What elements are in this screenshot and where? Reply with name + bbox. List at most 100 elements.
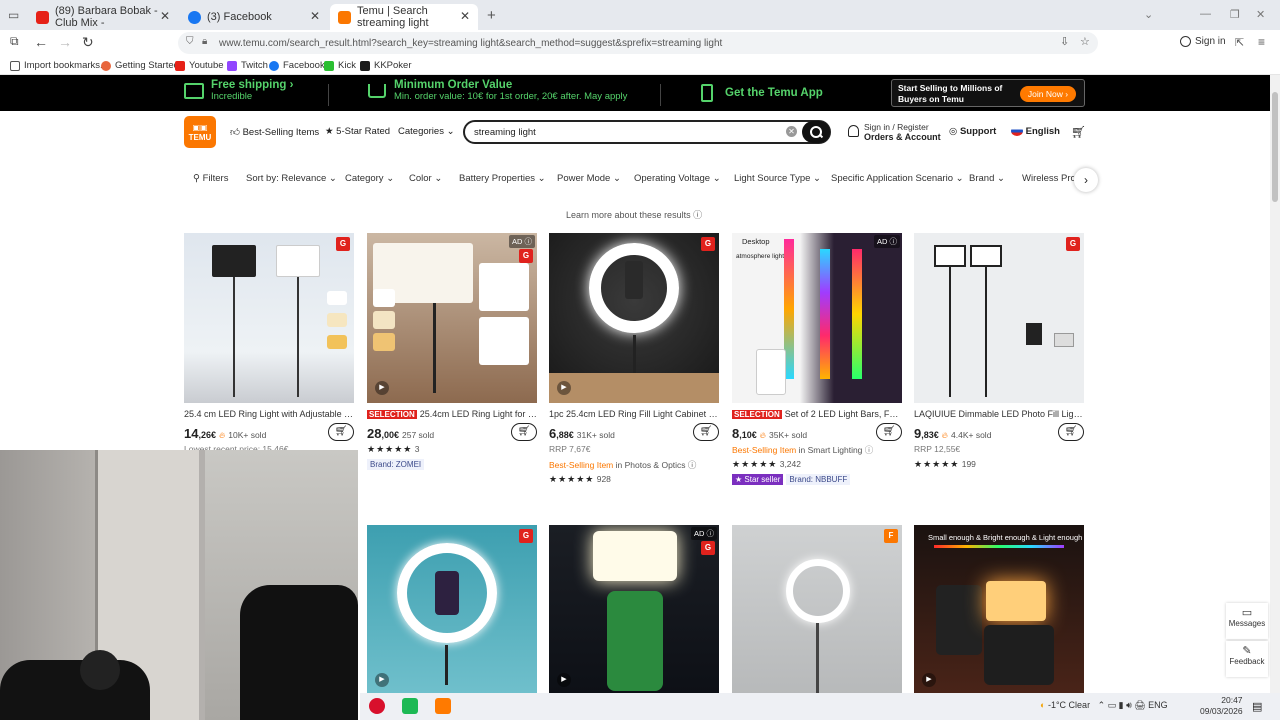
- product-image[interactable]: F: [732, 525, 902, 693]
- learn-more-link[interactable]: Learn more about these results ⓘ: [566, 208, 702, 221]
- ad-badge[interactable]: AD ⓘ: [873, 235, 900, 248]
- filters-button[interactable]: ⚲ Filters: [190, 170, 231, 188]
- join-now-button[interactable]: Join Now ›: [1020, 86, 1076, 102]
- account-link[interactable]: Sign in / Register Orders & Account: [864, 122, 941, 142]
- new-tab-button[interactable]: +: [487, 7, 496, 24]
- messages-button[interactable]: ▭ Messages: [1226, 603, 1268, 639]
- maximize-button[interactable]: ❐: [1230, 8, 1240, 21]
- sort-dropdown[interactable]: Sort by: Relevance ⌄: [243, 170, 340, 188]
- chevron-right-icon[interactable]: ›: [1074, 168, 1098, 192]
- notifications-icon[interactable]: ▤: [1252, 700, 1262, 713]
- filter-category[interactable]: Category ⌄: [342, 170, 397, 188]
- feedback-button[interactable]: ✎ Feedback: [1226, 641, 1268, 677]
- app-icon-orange[interactable]: [435, 698, 451, 714]
- bookmark-getting-started[interactable]: Getting Started: [101, 60, 179, 71]
- menu-icon[interactable]: ≡: [1258, 35, 1265, 49]
- support-link[interactable]: ◎ Support: [949, 126, 996, 137]
- reload-button[interactable]: ↻: [82, 34, 94, 51]
- app-icon-green[interactable]: [402, 698, 418, 714]
- product-image[interactable]: G: [184, 233, 354, 403]
- product-card[interactable]: Small enough & Bright enough & Light eno…: [914, 525, 1084, 693]
- chevron-down-icon[interactable]: ⌄: [1144, 8, 1153, 21]
- five-star-link[interactable]: ★ 5-Star Rated: [325, 126, 390, 137]
- brand-row[interactable]: Brand: ZOMEI: [367, 459, 425, 470]
- rating-row[interactable]: ★★★★★ 3,242: [732, 459, 801, 470]
- clear-search-icon[interactable]: ✕: [786, 126, 797, 137]
- product-image[interactable]: Desktop atmosphere light AD ⓘ: [732, 233, 902, 403]
- close-window-button[interactable]: ✕: [1256, 8, 1265, 21]
- bookmark-youtube[interactable]: Youtube: [175, 60, 224, 71]
- system-tray[interactable]: ◐ -1°C Clear ⌃ ▭ ▮ 🔊︎ 🖨︎ ENG: [1040, 700, 1168, 711]
- product-card[interactable]: AD ⓘ G ▶: [549, 525, 719, 693]
- best-seller-row[interactable]: Best-Selling Item in Photos & Optics ⓘ: [549, 459, 696, 471]
- product-card[interactable]: F: [732, 525, 902, 693]
- add-to-cart-button[interactable]: 🛒︎: [876, 423, 902, 441]
- bookmark-kick[interactable]: Kick: [324, 60, 356, 71]
- get-app-link[interactable]: Get the Temu App: [725, 87, 823, 99]
- tab-facebook[interactable]: (3) Facebook ✕: [180, 4, 328, 30]
- favorite-star-icon[interactable]: ☆: [1080, 35, 1090, 48]
- filter-voltage[interactable]: Operating Voltage ⌄: [631, 170, 724, 188]
- tab-temu[interactable]: Temu | Search streaming light ✕: [330, 4, 478, 30]
- categories-dropdown[interactable]: Categories ⌄: [398, 126, 455, 137]
- rating-row[interactable]: ★★★★★ 928: [549, 474, 611, 485]
- free-shipping-block[interactable]: Free shipping › Incredible: [211, 79, 293, 102]
- shopping-cart-icon[interactable]: 🛒︎: [1071, 125, 1086, 139]
- best-seller-row[interactable]: Best-Selling Item in Smart Lighting ⓘ: [732, 444, 873, 456]
- add-to-cart-button[interactable]: 🛒︎: [1058, 423, 1084, 441]
- product-card[interactable]: G ▶: [367, 525, 537, 693]
- bookmark-import[interactable]: Import bookmarks...: [10, 60, 108, 71]
- bookmark-facebook[interactable]: Facebook: [269, 60, 325, 71]
- best-selling-link[interactable]: 👍︎ Best-Selling Items: [230, 126, 319, 138]
- scrollbar-thumb[interactable]: [1272, 92, 1278, 202]
- play-icon[interactable]: ▶: [557, 381, 571, 395]
- play-icon[interactable]: ▶: [557, 673, 571, 687]
- product-image[interactable]: AD ⓘ G ▶: [549, 525, 719, 693]
- forward-button[interactable]: →: [58, 34, 72, 50]
- product-title[interactable]: LAQIUIUE Dimmable LED Photo Fill Light F…: [914, 409, 1084, 419]
- product-image[interactable]: AD ⓘ G ▶: [367, 233, 537, 403]
- product-title[interactable]: 25.4 cm LED Ring Light with Adjustable T…: [184, 409, 354, 419]
- rating-row[interactable]: ★★★★★ 3: [367, 444, 419, 455]
- tab-youtube[interactable]: (89) Barbara Bobak - Club Mix - ✕: [28, 4, 178, 30]
- product-title[interactable]: 1pc 25.4cm LED Ring Fill Light Cabinet P…: [549, 409, 719, 419]
- ad-badge[interactable]: AD ⓘ: [508, 235, 535, 248]
- product-image[interactable]: Small enough & Bright enough & Light eno…: [914, 525, 1084, 693]
- collections-icon[interactable]: ⧉: [10, 34, 19, 49]
- product-title[interactable]: SELECTION25.4cm LED Ring Light for Des..…: [367, 409, 537, 419]
- play-icon[interactable]: ▶: [375, 381, 389, 395]
- close-icon[interactable]: ✕: [460, 9, 470, 23]
- play-icon[interactable]: ▶: [375, 673, 389, 687]
- filter-battery[interactable]: Battery Properties ⌄: [456, 170, 549, 188]
- add-to-cart-button[interactable]: 🛒︎: [511, 423, 537, 441]
- product-image[interactable]: G: [914, 233, 1084, 403]
- minimize-button[interactable]: —: [1200, 8, 1211, 20]
- filter-color[interactable]: Color ⌄: [406, 170, 445, 188]
- product-title[interactable]: SELECTIONSet of 2 LED Light Bars, Featur…: [732, 409, 902, 419]
- product-image[interactable]: G ▶: [367, 525, 537, 693]
- clock[interactable]: 20:47 09/03/2026: [1200, 695, 1243, 717]
- app-icon-red[interactable]: [369, 698, 385, 714]
- bookmark-twitch[interactable]: Twitch: [227, 60, 268, 71]
- temu-logo[interactable]: ▣▣ TEMU: [184, 116, 216, 148]
- seller-row[interactable]: ★ Star seller Brand: NBBUFF: [732, 474, 851, 485]
- add-to-cart-button[interactable]: 🛒︎: [693, 423, 719, 441]
- filter-power-mode[interactable]: Power Mode ⌄: [554, 170, 624, 188]
- filter-light-source[interactable]: Light Source Type ⌄: [731, 170, 824, 188]
- language-selector[interactable]: English: [1011, 126, 1060, 137]
- search-button[interactable]: [802, 121, 830, 143]
- tab-actions-icon[interactable]: ▭: [8, 8, 19, 22]
- rating-row[interactable]: ★★★★★ 199: [914, 459, 976, 470]
- close-icon[interactable]: ✕: [160, 9, 170, 23]
- extensions-icon[interactable]: ⇱: [1235, 36, 1244, 49]
- back-button[interactable]: ←: [34, 34, 48, 50]
- product-image[interactable]: G ▶: [549, 233, 719, 403]
- add-to-cart-button[interactable]: 🛒︎: [328, 423, 354, 441]
- play-icon[interactable]: ▶: [922, 673, 936, 687]
- ad-badge[interactable]: AD ⓘ: [690, 527, 717, 540]
- filter-application[interactable]: Specific Application Scenario ⌄: [828, 170, 967, 188]
- close-icon[interactable]: ✕: [310, 9, 320, 23]
- download-icon[interactable]: ⇩: [1060, 35, 1069, 48]
- filter-wireless[interactable]: Wireless Prop: [1019, 170, 1074, 188]
- bookmark-kkpoker[interactable]: KKPoker: [360, 60, 412, 71]
